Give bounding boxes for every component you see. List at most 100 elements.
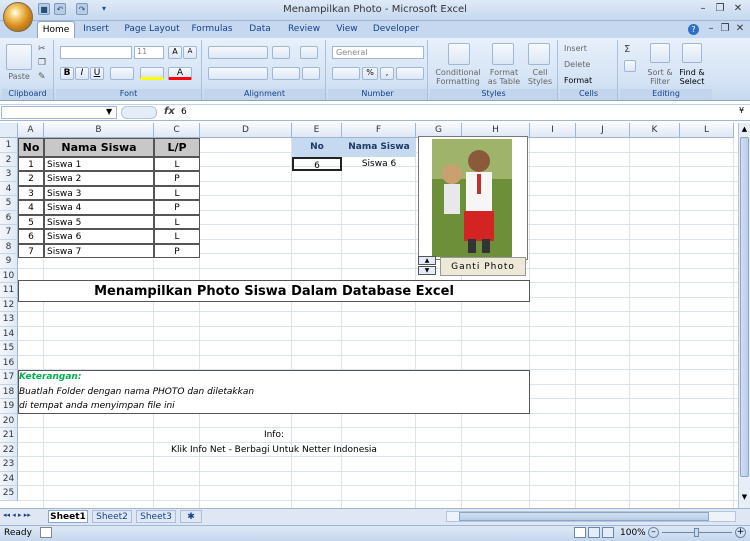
row-header-8[interactable]: 8 [0,239,18,254]
binoculars-icon[interactable] [682,43,702,63]
horizontal-align-icons[interactable] [208,67,268,80]
office-button-icon[interactable] [3,2,33,32]
delete-cells-button[interactable]: Delete [564,60,614,69]
orientation-icon[interactable] [272,46,290,59]
row-header-6[interactable]: 6 [0,210,18,225]
vertical-scrollbar[interactable]: ▲ ▼ [738,123,750,508]
col-header-D[interactable]: D [200,123,292,138]
insert-sheet-icon[interactable]: ✱ [180,510,202,523]
italic-icon[interactable]: I [75,67,89,80]
indent-icons[interactable] [272,67,300,80]
tab-view[interactable]: View [333,21,361,38]
row-header-5[interactable]: 5 [0,196,18,211]
macro-record-icon[interactable] [40,527,52,538]
ribbon-restore-icon[interactable]: ❐ [718,23,732,35]
col-header-B[interactable]: B [44,123,154,138]
ribbon-close-icon[interactable]: ✕ [733,23,747,35]
tab-insert[interactable]: Insert [79,21,113,38]
underline-icon[interactable]: U [90,67,104,80]
copy-icon[interactable]: ❐ [38,58,46,68]
borders-icon[interactable] [110,67,134,80]
grow-font-icon[interactable]: A [168,46,182,59]
conditional-formatting-icon[interactable] [448,43,470,65]
sort-filter-button[interactable]: Sort & Filter [644,68,676,86]
row-header-4[interactable]: 4 [0,181,18,196]
row-header-12[interactable]: 12 [0,297,18,312]
tab-formulas[interactable]: Formulas [189,21,235,38]
normal-view-icon[interactable] [574,527,586,538]
lookup-no-cell[interactable]: 6 [292,156,342,171]
sheet-tab-1[interactable]: Sheet1 [48,510,88,523]
name-box-dropdown-icon[interactable]: ▼ [106,107,112,116]
hscroll-thumb[interactable] [459,512,709,521]
paste-button[interactable]: Paste [4,72,34,81]
sheet-tab-2[interactable]: Sheet2 [92,510,132,523]
scroll-thumb[interactable] [740,137,749,477]
expand-formula-icon[interactable]: ¥ [739,106,744,115]
zoom-slider-thumb[interactable] [694,528,699,537]
help-icon[interactable]: ? [688,24,699,35]
tab-data[interactable]: Data [245,21,275,38]
format-painter-icon[interactable]: ✎ [38,72,46,82]
cut-icon[interactable]: ✂ [38,44,46,54]
select-all-corner[interactable] [0,123,18,138]
restore-icon[interactable]: ❐ [713,3,727,15]
wrap-text-icon[interactable] [300,46,318,59]
scroll-up-icon[interactable]: ▲ [740,125,749,135]
font-size-select[interactable]: 11 [134,46,164,59]
row-header-7[interactable]: 7 [0,225,18,240]
zoom-level[interactable]: 100% [620,528,646,538]
row-header-14[interactable]: 14 [0,326,18,341]
sheet-tab-3[interactable]: Sheet3 [136,510,176,523]
col-header-C[interactable]: C [154,123,200,138]
number-format-select[interactable]: General [332,46,424,59]
merge-center-icon[interactable] [302,67,320,80]
row-header-13[interactable]: 13 [0,312,18,327]
percent-icon[interactable]: % [362,67,378,80]
insert-cells-button[interactable]: Insert [564,44,614,53]
format-as-table-icon[interactable] [492,43,514,65]
font-name-select[interactable] [60,46,132,59]
tab-review[interactable]: Review [285,21,323,38]
format-cells-button[interactable]: Format [564,76,614,85]
row-header-9[interactable]: 9 [0,254,18,269]
vertical-align-icons[interactable] [208,46,268,59]
fill-color-icon[interactable] [140,67,164,80]
tab-home[interactable]: Home [37,21,75,38]
col-header-J[interactable]: J [576,123,630,138]
sort-filter-icon[interactable] [650,43,670,63]
spinner-up-icon[interactable]: ▲ [418,256,436,265]
autosum-icon[interactable]: Σ [624,44,630,55]
bold-icon[interactable]: B [60,67,74,80]
cell-styles-button[interactable]: Cell Styles [524,68,556,86]
col-header-F[interactable]: F [342,123,416,138]
font-color-icon[interactable]: A [168,67,192,80]
spinner-down-icon[interactable]: ▼ [418,266,436,275]
sheet-nav-icons[interactable]: ◂◂ ◂ ▸ ▸▸ [3,511,31,519]
zoom-in-icon[interactable]: + [735,527,746,538]
find-select-button[interactable]: Find & Select [676,68,708,86]
currency-icon[interactable] [332,67,360,80]
row-header-10[interactable]: 10 [0,268,18,283]
row-header-17[interactable]: 17 [0,370,18,385]
worksheet-grid[interactable]: A B C D E F G H I J K L 1 2 3 4 5 6 7 8 9 10 11 12 13 14 15 16 17 18 1… [0,123,738,508]
row-header-20[interactable]: 20 [0,413,18,428]
scroll-down-icon[interactable]: ▼ [740,493,749,503]
tab-page-layout[interactable]: Page Layout [123,21,181,38]
row-header-22[interactable]: 22 [0,442,18,457]
name-box[interactable] [1,106,117,119]
format-as-table-button[interactable]: Format as Table [486,68,522,86]
row-header-3[interactable]: 3 [0,167,18,182]
row-header-1[interactable]: 1 [0,138,18,153]
row-header-15[interactable]: 15 [0,341,18,356]
row-header-2[interactable]: 2 [0,152,18,167]
tab-developer[interactable]: Developer [371,21,421,38]
formula-input[interactable]: 6 [181,107,187,117]
col-header-E[interactable]: E [292,123,342,138]
page-break-view-icon[interactable] [602,527,614,538]
row-header-24[interactable]: 24 [0,471,18,486]
minimize-icon[interactable]: – [696,3,710,15]
col-header-L[interactable]: L [680,123,734,138]
cell-styles-icon[interactable] [528,43,550,65]
row-header-21[interactable]: 21 [0,428,18,443]
